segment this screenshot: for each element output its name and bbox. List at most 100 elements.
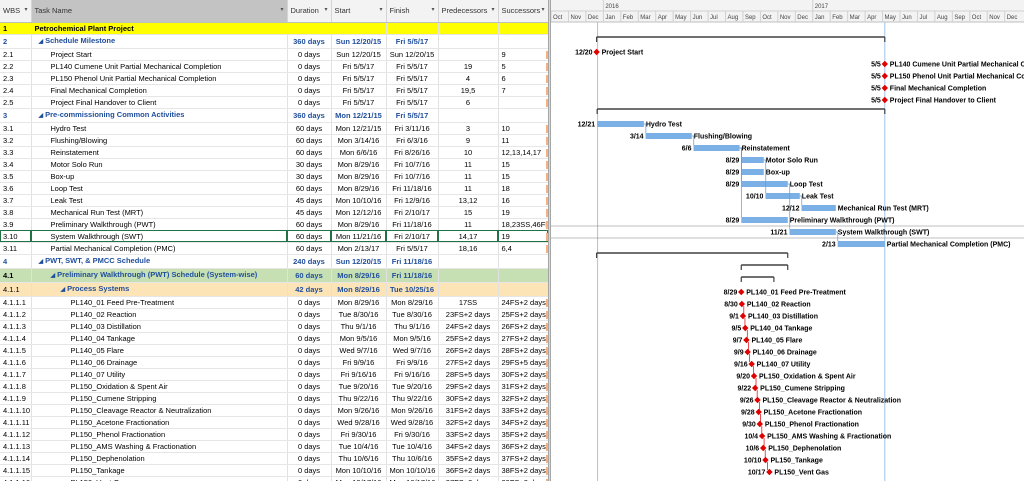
wbs-cell[interactable]: 4.1.1.14 xyxy=(0,452,32,465)
predecessors-cell[interactable] xyxy=(438,282,499,297)
wbs-cell[interactable]: 3.10 xyxy=(0,230,32,243)
predecessors-cell[interactable] xyxy=(438,22,499,35)
wbs-cell[interactable]: 1 xyxy=(0,22,32,35)
predecessors-cell[interactable]: 28FS+5 days xyxy=(438,368,499,381)
finish-cell[interactable]: Fri 2/10/17 xyxy=(386,206,439,219)
start-cell[interactable]: Mon 8/29/16 xyxy=(331,282,387,297)
wbs-cell[interactable]: 3.2 xyxy=(0,134,32,147)
finish-cell[interactable]: Sun 12/20/15 xyxy=(386,48,439,61)
start-cell[interactable]: Mon 9/26/16 xyxy=(331,404,387,417)
task-row[interactable]: 3.2 Flushing/Blowing 60 days Mon 3/14/16 Fri… xyxy=(0,134,548,147)
start-cell[interactable]: Mon 12/12/16 xyxy=(331,206,387,219)
successors-cell[interactable] xyxy=(498,96,548,109)
wbs-cell[interactable]: 4.1.1.2 xyxy=(0,308,32,321)
successors-cell[interactable]: 33FS+2 days xyxy=(498,404,548,417)
start-cell[interactable]: Sun 12/20/15 xyxy=(331,254,387,269)
finish-cell[interactable]: Tue 8/30/16 xyxy=(386,308,439,321)
wbs-cell[interactable]: 4.1.1.13 xyxy=(0,440,32,453)
finish-cell[interactable]: Mon 9/5/16 xyxy=(386,332,439,345)
duration-cell[interactable]: 0 days xyxy=(287,72,332,85)
successors-cell[interactable]: 38FS+2 days xyxy=(498,464,548,477)
successors-cell[interactable]: 25FS+2 days xyxy=(498,308,548,321)
collapse-triangle-icon[interactable]: ◢ xyxy=(39,39,44,45)
duration-cell[interactable]: 240 days xyxy=(287,254,332,269)
task-row[interactable]: 2.4 Final Mechanical Completion 0 days Fri … xyxy=(0,84,548,97)
successors-cell[interactable]: 31FS+2 days xyxy=(498,380,548,393)
start-cell[interactable]: Mon 8/29/16 xyxy=(331,296,387,309)
wbs-cell[interactable]: 3.8 xyxy=(0,206,32,219)
wbs-cell[interactable]: 3.7 xyxy=(0,194,32,207)
task-name-cell[interactable]: ◢ PWT, SWT, & PMCC Schedule xyxy=(31,254,288,269)
finish-cell[interactable]: Fri 5/5/17 xyxy=(386,96,439,109)
predecessors-cell[interactable]: 19 xyxy=(438,60,499,73)
wbs-cell[interactable]: 4.1.1.9 xyxy=(0,392,32,405)
duration-cell[interactable]: 0 days xyxy=(287,320,332,333)
duration-cell[interactable]: 0 days xyxy=(287,392,332,405)
finish-cell[interactable]: Fri 10/7/16 xyxy=(386,170,439,183)
start-cell[interactable]: Fri 9/9/16 xyxy=(331,356,387,369)
predecessors-cell[interactable]: 27FS+2 days xyxy=(438,356,499,369)
successors-cell[interactable]: 19 xyxy=(498,230,548,243)
task-name-cell[interactable]: PL150 Phenol Unit Partial Mechanical Com… xyxy=(31,72,288,85)
start-cell[interactable]: Fri 5/5/17 xyxy=(331,96,387,109)
duration-cell[interactable]: 0 days xyxy=(287,356,332,369)
task-row[interactable]: 2.3 PL150 Phenol Unit Partial Mechanical … xyxy=(0,72,548,85)
start-cell[interactable]: Thu 10/6/16 xyxy=(331,452,387,465)
successors-cell[interactable]: 32FS+2 days xyxy=(498,392,548,405)
predecessors-cell[interactable]: 4 xyxy=(438,72,499,85)
finish-cell[interactable]: Wed 9/28/16 xyxy=(386,416,439,429)
start-cell[interactable]: Fri 5/5/17 xyxy=(331,72,387,85)
wbs-cell[interactable]: 3.1 xyxy=(0,122,32,135)
task-name-cell[interactable]: Flushing/Blowing xyxy=(31,134,288,147)
start-cell[interactable]: Wed 9/7/16 xyxy=(331,344,387,357)
finish-cell[interactable]: Fri 11/18/16 xyxy=(386,182,439,195)
duration-cell[interactable]: 0 days xyxy=(287,368,332,381)
task-row[interactable]: 2 ◢ Schedule Milestone 360 days Sun 12/20/15… xyxy=(0,34,548,49)
finish-cell[interactable]: Tue 9/20/16 xyxy=(386,380,439,393)
task-name-cell[interactable]: PL140_02 Reaction xyxy=(31,308,288,321)
task-row[interactable]: 3 ◢ Pre-commissioning Common Activities 360… xyxy=(0,108,548,123)
wbs-cell[interactable]: 4.1.1.7 xyxy=(0,368,32,381)
task-name-cell[interactable]: Mechanical Run Test (MRT) xyxy=(31,206,288,219)
task-row[interactable]: 4.1.1.5 PL140_05 Flare 0 days Wed 9/7/16 Wed… xyxy=(0,344,548,357)
start-cell[interactable]: Mon 6/6/16 xyxy=(331,146,387,159)
successors-cell[interactable] xyxy=(498,108,548,123)
task-name-cell[interactable]: PL140_01 Feed Pre-Treatment xyxy=(31,296,288,309)
successors-cell[interactable]: 18 xyxy=(498,182,548,195)
wbs-cell[interactable]: 3.4 xyxy=(0,158,32,171)
successors-cell[interactable]: 30FS+2 days xyxy=(498,368,548,381)
task-row[interactable]: 4.1.1.12 PL150_Phenol Fractionation 0 days… xyxy=(0,428,548,441)
wbs-cell[interactable]: 4.1.1.8 xyxy=(0,380,32,393)
task-row[interactable]: 4.1.1.8 PL150_Oxidation & Spent Air 0 days… xyxy=(0,380,548,393)
task-name-cell[interactable]: PL150_Oxidation & Spent Air xyxy=(31,380,288,393)
collapse-triangle-icon[interactable]: ◢ xyxy=(39,259,44,265)
start-cell[interactable]: Mon 8/29/16 xyxy=(331,182,387,195)
successors-cell[interactable]: 37FS+2 days xyxy=(498,452,548,465)
task-row[interactable]: 4.1.1.11 PL150_Acetone Fractionation 0 day… xyxy=(0,416,548,429)
wbs-cell[interactable]: 4.1 xyxy=(0,268,32,283)
successors-cell[interactable]: 29FS+5 days xyxy=(498,356,548,369)
successors-cell[interactable]: 6 xyxy=(498,72,548,85)
duration-cell[interactable]: 0 days xyxy=(287,332,332,345)
task-row[interactable]: 4.1.1.13 PL150_AMS Washing & Fractionatio… xyxy=(0,440,548,453)
wbs-cell[interactable]: 4.1.1.5 xyxy=(0,344,32,357)
duration-cell[interactable]: 60 days xyxy=(287,230,332,243)
wbs-cell[interactable]: 3.3 xyxy=(0,146,32,159)
finish-cell[interactable]: Fri 11/18/16 xyxy=(386,218,439,231)
wbs-cell[interactable]: 2.1 xyxy=(0,48,32,61)
duration-cell[interactable]: 0 days xyxy=(287,296,332,309)
successors-cell[interactable] xyxy=(498,34,548,49)
wbs-cell[interactable]: 3.6 xyxy=(0,182,32,195)
start-cell[interactable]: Fri 5/5/17 xyxy=(331,60,387,73)
start-cell[interactable]: Fri 5/5/17 xyxy=(331,84,387,97)
predecessors-cell[interactable]: 11 xyxy=(438,182,499,195)
finish-cell[interactable]: Mon 10/10/16 xyxy=(386,464,439,477)
successors-cell[interactable]: 34FS+2 days xyxy=(498,416,548,429)
task-row[interactable]: 3.1 Hydro Test 60 days Mon 12/21/15 Fri 3/11… xyxy=(0,122,548,135)
task-row[interactable]: 3.11 Partial Mechanical Completion (PMC) 6… xyxy=(0,242,548,255)
duration-cell[interactable]: 60 days xyxy=(287,122,332,135)
column-header-wbs[interactable]: WBS ▾ xyxy=(0,0,32,23)
wbs-cell[interactable]: 3.9 xyxy=(0,218,32,231)
finish-cell[interactable]: Fri 8/26/16 xyxy=(386,146,439,159)
start-cell[interactable]: Sun 12/20/15 xyxy=(331,48,387,61)
